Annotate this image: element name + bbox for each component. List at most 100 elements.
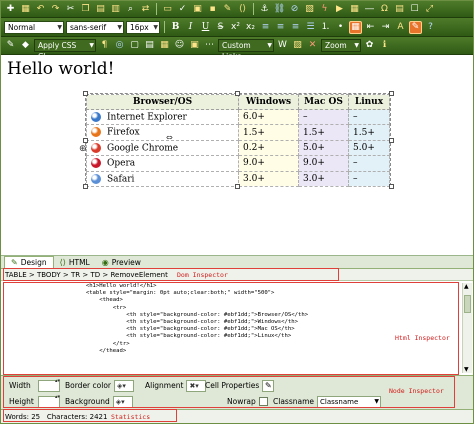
windows-cell[interactable]: 6.0+ (238, 108, 299, 126)
anchor-icon[interactable]: ⚓ (258, 3, 271, 16)
resize-handle[interactable] (389, 138, 394, 143)
copy-icon[interactable]: ❐ (79, 3, 92, 16)
windows-cell[interactable]: 3.0+ (238, 170, 299, 187)
print-icon[interactable]: ▭ (161, 3, 174, 16)
linux-cell[interactable]: 1.5+ (348, 124, 390, 141)
eraser-icon[interactable]: ◆ (19, 39, 32, 52)
browser-table[interactable]: Browser/OS Windows Mac OS Linux Internet… (85, 93, 391, 187)
new-icon[interactable]: ✚ (4, 3, 17, 16)
cleanup-icon[interactable]: ✕ (306, 39, 319, 52)
layer-icon[interactable]: ▤ (143, 39, 156, 52)
justify-full-icon[interactable]: ☰ (304, 21, 317, 34)
browser-cell[interactable]: Firefox (86, 124, 239, 141)
media-icon[interactable]: ▶ (333, 3, 346, 16)
undo-icon[interactable]: ↶ (34, 3, 47, 16)
ordered-list-icon[interactable]: ⒈ (319, 21, 332, 34)
scroll-down-icon[interactable]: ▼ (464, 366, 469, 373)
windows-cell[interactable]: 1.5+ (238, 124, 299, 141)
find-icon[interactable]: ⌕ (124, 3, 137, 16)
pagebreak-icon[interactable]: ⋯ (203, 39, 216, 52)
resize-handle[interactable] (235, 184, 240, 189)
browser-cell[interactable]: Google Chrome (86, 139, 239, 157)
windows-cell[interactable]: 0.2+ (238, 139, 299, 157)
justify-right-icon[interactable]: ≡ (289, 21, 302, 34)
redo-icon[interactable]: ↷ (49, 3, 62, 16)
text-color-icon[interactable]: A (394, 21, 407, 34)
flash-icon[interactable]: ϟ (318, 3, 331, 16)
paste-icon[interactable]: ▤ (94, 3, 107, 16)
italic-button[interactable]: I (184, 21, 197, 34)
resize-handle[interactable] (389, 91, 394, 96)
underline-button[interactable]: U (199, 21, 212, 34)
justify-left-icon[interactable]: ≡ (259, 21, 272, 34)
linux-cell[interactable]: – (348, 170, 390, 187)
paragraph-icon[interactable]: ¶ (98, 39, 111, 52)
browser-cell[interactable]: Opera (86, 155, 239, 172)
box-icon[interactable]: ▢ (128, 39, 141, 52)
browser-cell[interactable]: Internet Explorer (86, 108, 239, 126)
resize-handle[interactable] (83, 138, 88, 143)
bookmark-icon[interactable]: ▨ (291, 39, 304, 52)
image-icon[interactable]: ▧ (303, 3, 316, 16)
replace-icon[interactable]: ⇄ (139, 3, 152, 16)
linux-cell[interactable]: – (348, 155, 390, 172)
paste-text-icon[interactable]: ▥ (109, 3, 122, 16)
move-icon[interactable]: ⇔ (166, 133, 173, 142)
outdent-icon[interactable]: ⇤ (364, 21, 377, 34)
drag-handle-icon[interactable]: ⊕ (79, 144, 87, 154)
grid-icon[interactable]: ▦ (19, 3, 32, 16)
macos-cell[interactable]: 9.0+ (298, 155, 349, 172)
unlink-icon[interactable]: ⊘ (288, 3, 301, 16)
cut-icon[interactable]: ✂ (64, 3, 77, 16)
globe-icon[interactable]: ◎ (113, 39, 126, 52)
indent-icon[interactable]: ⇥ (379, 21, 392, 34)
linux-cell[interactable]: – (348, 108, 390, 126)
linux-cell[interactable]: 5.0+ (348, 139, 390, 157)
save-icon[interactable]: ▪ (206, 3, 219, 16)
template-icon[interactable]: ▤ (393, 3, 406, 16)
date-icon[interactable]: ▦ (158, 39, 171, 52)
special-char-icon[interactable]: Ω (378, 3, 391, 16)
code-scrollbar[interactable]: ▲ ▼ (462, 283, 472, 373)
browser-cell[interactable]: Safari (86, 170, 239, 187)
resize-handle[interactable] (83, 184, 88, 189)
fullscreen-icon[interactable]: ⤢ (423, 3, 436, 16)
superscript-icon[interactable]: x² (229, 21, 242, 34)
resize-handle[interactable] (389, 184, 394, 189)
word-paste-icon[interactable]: W (276, 39, 289, 52)
highlight-icon[interactable]: ✎ (409, 20, 422, 34)
design-canvas[interactable]: Hello world! Browser/OS Windows Mac OS L… (1, 55, 473, 256)
font-select[interactable]: sans-serif ▼ (66, 20, 124, 34)
scroll-thumb[interactable] (464, 295, 471, 313)
macos-cell[interactable]: – (298, 108, 349, 126)
format-select[interactable]: Normal ▼ (4, 20, 64, 34)
strikethrough-icon[interactable]: S̶ (214, 21, 227, 34)
link-icon[interactable]: ⛓ (273, 3, 286, 16)
css-class-select[interactable]: Apply CSS Cl...▼ (34, 39, 96, 61)
calendar-icon[interactable]: ▣ (188, 39, 201, 52)
header-cell[interactable]: Browser/OS (86, 94, 239, 110)
size-select[interactable]: 16px ▼ (126, 20, 160, 34)
hr-icon[interactable]: ― (363, 3, 376, 16)
style-icon[interactable]: ✎ (4, 39, 17, 52)
code-icon[interactable]: ⟨⟩ (236, 3, 249, 16)
macos-cell[interactable]: 1.5+ (298, 124, 349, 141)
spell-icon[interactable]: ✓ (176, 3, 189, 16)
header-cell[interactable]: Mac OS (298, 94, 349, 110)
tab-design[interactable]: ✎ Design (4, 256, 54, 268)
tab-preview[interactable]: ◉ Preview (96, 256, 147, 268)
scroll-up-icon[interactable]: ▲ (464, 283, 469, 290)
table-edit-icon[interactable]: ▦ (349, 20, 362, 34)
macos-cell[interactable]: 5.0+ (298, 139, 349, 157)
justify-center-icon[interactable]: ≡ (274, 21, 287, 34)
settings-icon[interactable]: ✿ (363, 39, 376, 52)
header-cell[interactable]: Linux (348, 94, 390, 110)
bold-button[interactable]: B (169, 21, 182, 34)
resize-handle[interactable] (83, 91, 88, 96)
info-icon[interactable]: ℹ (378, 39, 391, 52)
windows-cell[interactable]: 9.0+ (238, 155, 299, 172)
table-icon[interactable]: ▦ (348, 3, 361, 16)
resize-handle[interactable] (235, 91, 240, 96)
links-select[interactable]: Custom Links▼ (218, 39, 274, 61)
header-cell[interactable]: Windows (238, 94, 299, 110)
